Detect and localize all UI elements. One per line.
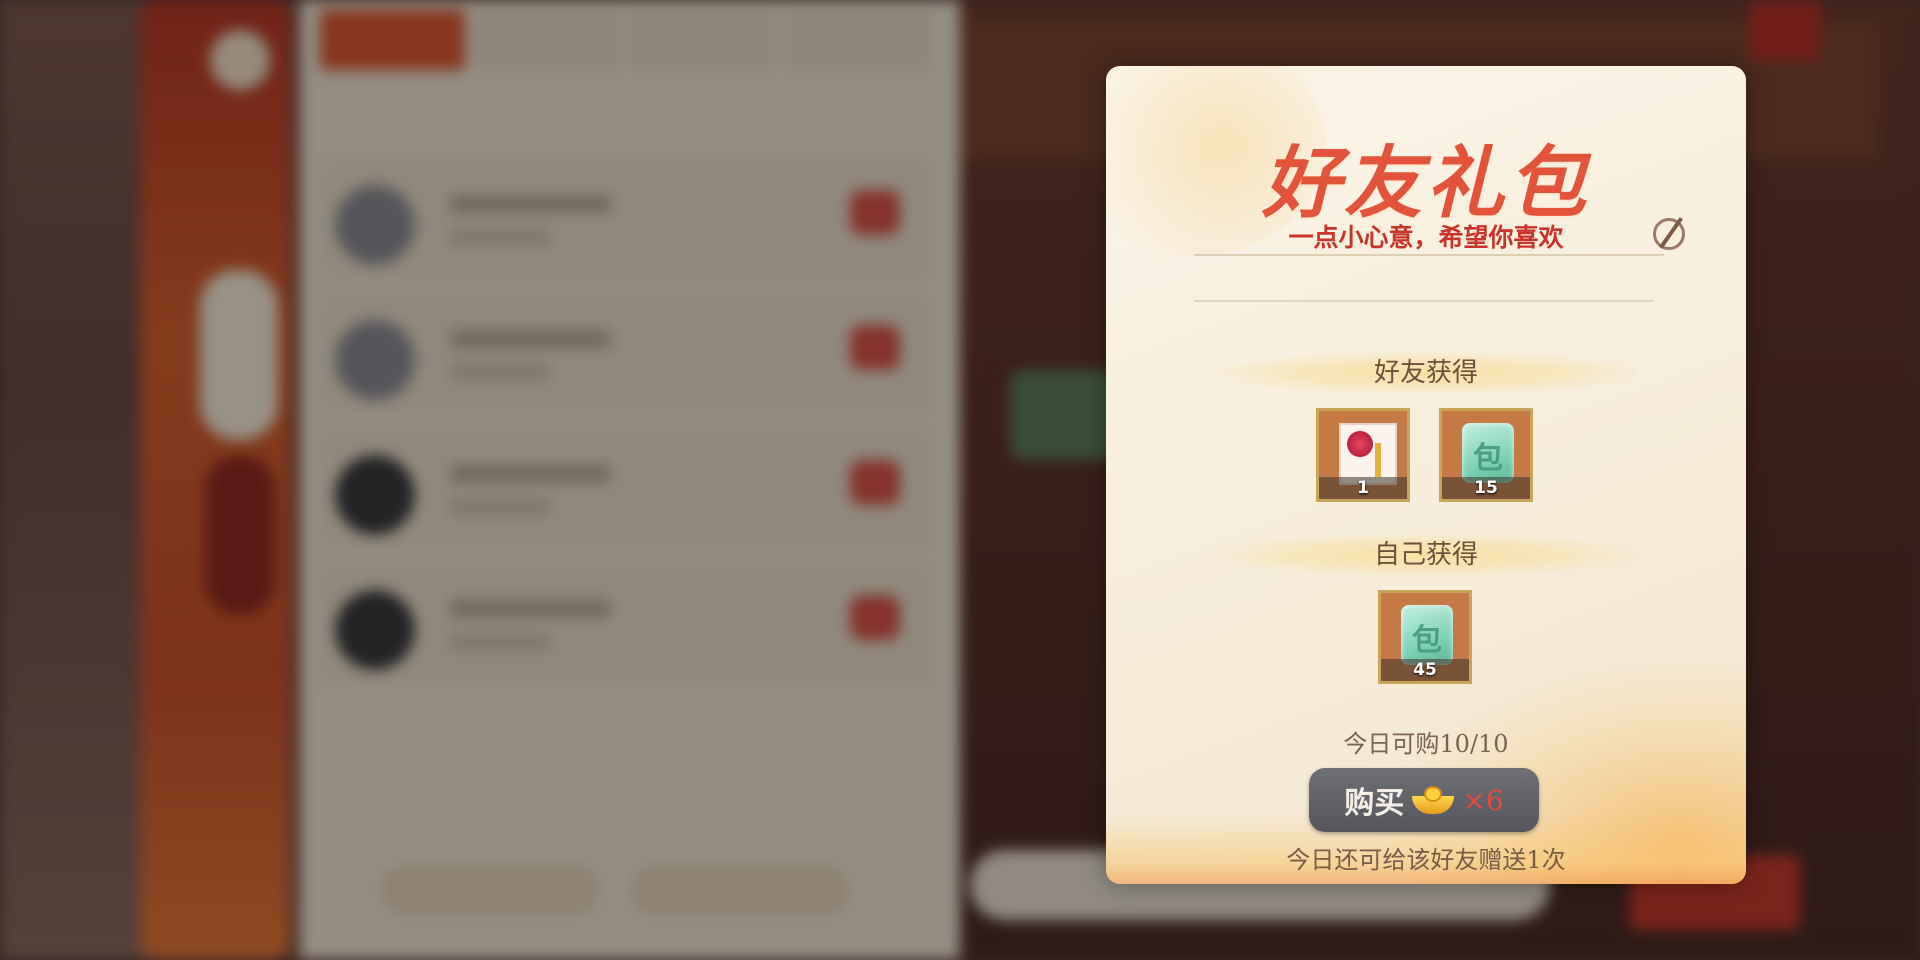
self-reward-item[interactable]: 45 [1378,590,1472,684]
buy-button-label: 购买 [1344,786,1405,821]
jade-bag-icon [1462,423,1514,483]
gift-card-icon [1339,423,1397,485]
gold-ingot-icon [1412,786,1455,814]
gift-remaining-text: 今日还可给该好友赠送1次 [1286,846,1566,874]
item-count: 1 [1319,477,1407,499]
message-underline [1194,254,1664,256]
message-divider [1194,300,1654,302]
daily-purchase-limit: 今日可购10/10 [1343,730,1509,758]
friend-receives-label: 好友获得 [1216,352,1636,394]
self-receives-label: 自己获得 [1216,534,1636,576]
gift-message: 一点小心意，希望你喜欢 [1288,223,1564,252]
edit-message-icon[interactable] [1653,218,1685,250]
buy-button[interactable]: 购买 ×6 [1309,768,1539,832]
friend-reward-item[interactable]: 15 [1439,408,1533,502]
item-count: 15 [1442,477,1530,499]
friend-gift-pack-dialog: 好友礼包 一点小心意，希望你喜欢 好友获得 1 15 自己获得 45 今日可购1… [1106,66,1746,884]
dialog-title: 好友礼包 [1261,138,1590,229]
jade-bag-icon [1401,605,1453,665]
friend-reward-item[interactable]: 1 [1316,408,1410,502]
buy-price: ×6 [1462,783,1504,817]
item-count: 45 [1381,659,1469,681]
